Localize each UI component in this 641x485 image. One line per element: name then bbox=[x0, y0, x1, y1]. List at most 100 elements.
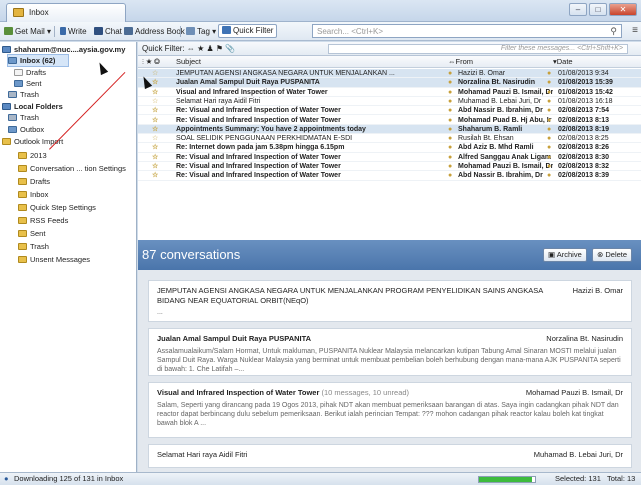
junk-status-icon[interactable]: ● bbox=[547, 106, 551, 115]
app-menu-button[interactable]: ≡ bbox=[632, 25, 638, 37]
message-row[interactable]: ☆ Re: Visual and Infrared Inspection of W… bbox=[138, 153, 641, 162]
star-icon[interactable]: ☆ bbox=[152, 125, 158, 134]
folder-unsent[interactable]: Unsent Messages bbox=[18, 254, 90, 265]
junk-status-icon[interactable]: ● bbox=[547, 116, 551, 125]
local-folders[interactable]: Local Folders bbox=[2, 101, 63, 112]
conversation-card[interactable]: Visual and Infrared Inspection of Water … bbox=[148, 382, 632, 438]
folder-2013[interactable]: 2013 bbox=[18, 150, 47, 161]
read-status-icon[interactable]: ● bbox=[448, 153, 452, 162]
folder-drafts[interactable]: Drafts bbox=[14, 67, 46, 78]
folder-icon bbox=[18, 204, 27, 211]
star-icon[interactable]: ☆ bbox=[152, 88, 158, 97]
card-preview: Salam, Seperti yang dirancang pada 19 Og… bbox=[157, 402, 619, 427]
folder-trash[interactable]: Trash bbox=[8, 89, 39, 100]
archive-button[interactable]: ▣ Archive bbox=[543, 248, 587, 262]
quick-filter-label[interactable]: Quick Filter: ⇔ ★ ♟ ⚑ 📎 bbox=[142, 44, 235, 54]
chat-button[interactable]: Chat bbox=[94, 26, 122, 38]
message-row[interactable]: ☆ Selamat Hari raya Aidil Fitri ● Muhamad B… bbox=[138, 97, 641, 107]
account-item[interactable]: shaharum@nuc....aysia.gov.my bbox=[2, 44, 125, 55]
date-column[interactable]: ▾ Date bbox=[553, 56, 573, 68]
subject-column[interactable]: Subject bbox=[176, 56, 201, 68]
maximize-button[interactable]: □ bbox=[589, 3, 607, 16]
inbox-icon bbox=[8, 57, 17, 64]
read-status-icon[interactable]: ● bbox=[448, 134, 452, 143]
star-icon[interactable]: ☆ bbox=[152, 69, 158, 78]
from-column[interactable]: ⇔ From bbox=[448, 56, 473, 68]
get-mail-button[interactable]: Get Mail ▾ bbox=[4, 26, 51, 38]
message-row[interactable]: ☆ Jualan Amal Sampul Duit Raya PUSPANITA ●… bbox=[138, 78, 641, 88]
local-outbox[interactable]: Outbox bbox=[8, 124, 44, 135]
star-icon[interactable]: ☆ bbox=[152, 134, 158, 143]
message-from: Shaharum B. Ramli bbox=[458, 125, 523, 133]
read-status-icon[interactable]: ● bbox=[448, 69, 452, 78]
message-row[interactable]: ☆ Re: Internet down pada jam 5.38pm hingg… bbox=[138, 143, 641, 153]
junk-status-icon[interactable]: ● bbox=[547, 97, 551, 106]
conversation-card[interactable]: JEMPUTAN AGENSI ANGKASA NEGARA UNTUK MEN… bbox=[148, 280, 632, 322]
read-status-icon[interactable]: ● bbox=[448, 116, 452, 125]
star-icon[interactable]: ☆ bbox=[152, 143, 158, 152]
minimize-button[interactable]: – bbox=[569, 3, 587, 16]
filter-input[interactable]: Filter these messages... <Ctrl+Shift+K> bbox=[328, 44, 628, 54]
read-status-icon[interactable]: ● bbox=[448, 143, 452, 152]
message-row[interactable]: ☆ JEMPUTAN AGENSI ANGKASA NEGARA UNTUK ME… bbox=[138, 69, 641, 79]
message-date: 02/08/2013 8:13 bbox=[558, 116, 609, 124]
conversation-card[interactable]: Selamat Hari raya Aidil Fitri Muhamad B. … bbox=[148, 444, 632, 468]
search-input[interactable]: Search... <Ctrl+K> ⚲ bbox=[312, 24, 622, 38]
star-icon[interactable]: ☆ bbox=[152, 171, 158, 180]
message-row[interactable]: ☆ Visual and Infrared Inspection of Water… bbox=[138, 88, 641, 97]
star-icon[interactable]: ☆ bbox=[152, 153, 158, 162]
message-row[interactable]: ☆ Re: Visual and Infrared Inspection of W… bbox=[138, 116, 641, 125]
main-toolbar: Get Mail ▾ Write Chat Address Book Tag ▾… bbox=[0, 22, 641, 41]
conversation-body: JEMPUTAN AGENSI ANGKASA NEGARA UNTUK MEN… bbox=[138, 270, 641, 472]
read-status-icon[interactable]: ● bbox=[448, 125, 452, 134]
folder-trash-import[interactable]: Trash bbox=[18, 241, 49, 252]
star-icon[interactable]: ☆ bbox=[152, 116, 158, 125]
junk-status-icon[interactable]: ● bbox=[547, 171, 551, 180]
tab-inbox[interactable]: Inbox bbox=[6, 3, 126, 22]
read-status-icon[interactable]: ● bbox=[448, 97, 452, 106]
junk-status-icon[interactable]: ● bbox=[547, 134, 551, 143]
message-row[interactable]: ☆ Appointments Summary: You have 2 appoin… bbox=[138, 124, 641, 135]
folder-sent[interactable]: Sent bbox=[14, 78, 41, 89]
delete-button[interactable]: ⊗ Delete bbox=[592, 248, 633, 262]
message-subject: Re: Visual and Infrared Inspection of Wa… bbox=[176, 107, 341, 115]
read-status-icon[interactable]: ● bbox=[448, 88, 452, 97]
read-status-icon[interactable]: ● bbox=[448, 106, 452, 115]
tag-button[interactable]: Tag ▾ bbox=[186, 26, 216, 38]
junk-status-icon[interactable]: ● bbox=[547, 69, 551, 78]
junk-status-icon[interactable]: ● bbox=[547, 153, 551, 162]
thread-column-icon[interactable]: ⫶ ★ ◎ bbox=[142, 56, 160, 68]
local-trash[interactable]: Trash bbox=[8, 112, 39, 123]
message-row[interactable]: ☆ Re: Visual and Infrared Inspection of W… bbox=[138, 162, 641, 172]
quick-filter-button[interactable]: Quick Filter bbox=[218, 24, 278, 38]
star-icon[interactable]: ☆ bbox=[152, 97, 158, 106]
junk-status-icon[interactable]: ● bbox=[547, 162, 551, 171]
card-from: Mohamad Pauzi B. Ismail, Dr bbox=[525, 388, 623, 397]
message-row[interactable]: ☆ Re: Visual and Infrared Inspection of W… bbox=[138, 106, 641, 116]
message-row[interactable]: ☆ Re: Visual and Infrared Inspection of W… bbox=[138, 171, 641, 181]
folder-inbox[interactable]: Inbox (62) bbox=[7, 54, 69, 67]
read-status-icon[interactable]: ● bbox=[448, 171, 452, 180]
outlook-import[interactable]: Outlook Import bbox=[2, 136, 63, 147]
address-book-button[interactable]: Address Book bbox=[124, 26, 185, 38]
star-icon[interactable]: ☆ bbox=[152, 162, 158, 171]
conversation-card[interactable]: Jualan Amal Sampul Duit Raya PUSPANITA No… bbox=[148, 328, 632, 376]
junk-status-icon[interactable]: ● bbox=[547, 78, 551, 87]
junk-status-icon[interactable]: ● bbox=[547, 143, 551, 152]
card-from: Hazizi B. Omar bbox=[572, 286, 623, 295]
read-status-icon[interactable]: ● bbox=[448, 78, 452, 87]
star-icon[interactable]: ☆ bbox=[152, 106, 158, 115]
junk-status-icon[interactable]: ● bbox=[547, 125, 551, 134]
message-date: 01/08/2013 15:39 bbox=[558, 79, 613, 87]
close-button[interactable]: ✕ bbox=[609, 3, 637, 16]
write-button[interactable]: Write bbox=[60, 26, 87, 38]
quick-filter-bar: Quick Filter: ⇔ ★ ♟ ⚑ 📎 Filter these mes… bbox=[138, 42, 641, 56]
junk-status-icon[interactable]: ● bbox=[547, 88, 551, 97]
message-date: 01/08/2013 9:34 bbox=[558, 70, 609, 77]
message-row[interactable]: ☆ SOAL SELIDIK PENGGUNAAN PERKHIDMATAN E-… bbox=[138, 134, 641, 144]
folder-sent-import[interactable]: Sent bbox=[18, 228, 45, 239]
read-status-icon[interactable]: ● bbox=[448, 162, 452, 171]
card-from: Muhamad B. Lebai Juri, Dr bbox=[533, 450, 623, 459]
message-pane: Quick Filter: ⇔ ★ ♟ ⚑ 📎 Filter these mes… bbox=[138, 42, 641, 472]
star-icon[interactable]: ☆ bbox=[152, 78, 158, 87]
